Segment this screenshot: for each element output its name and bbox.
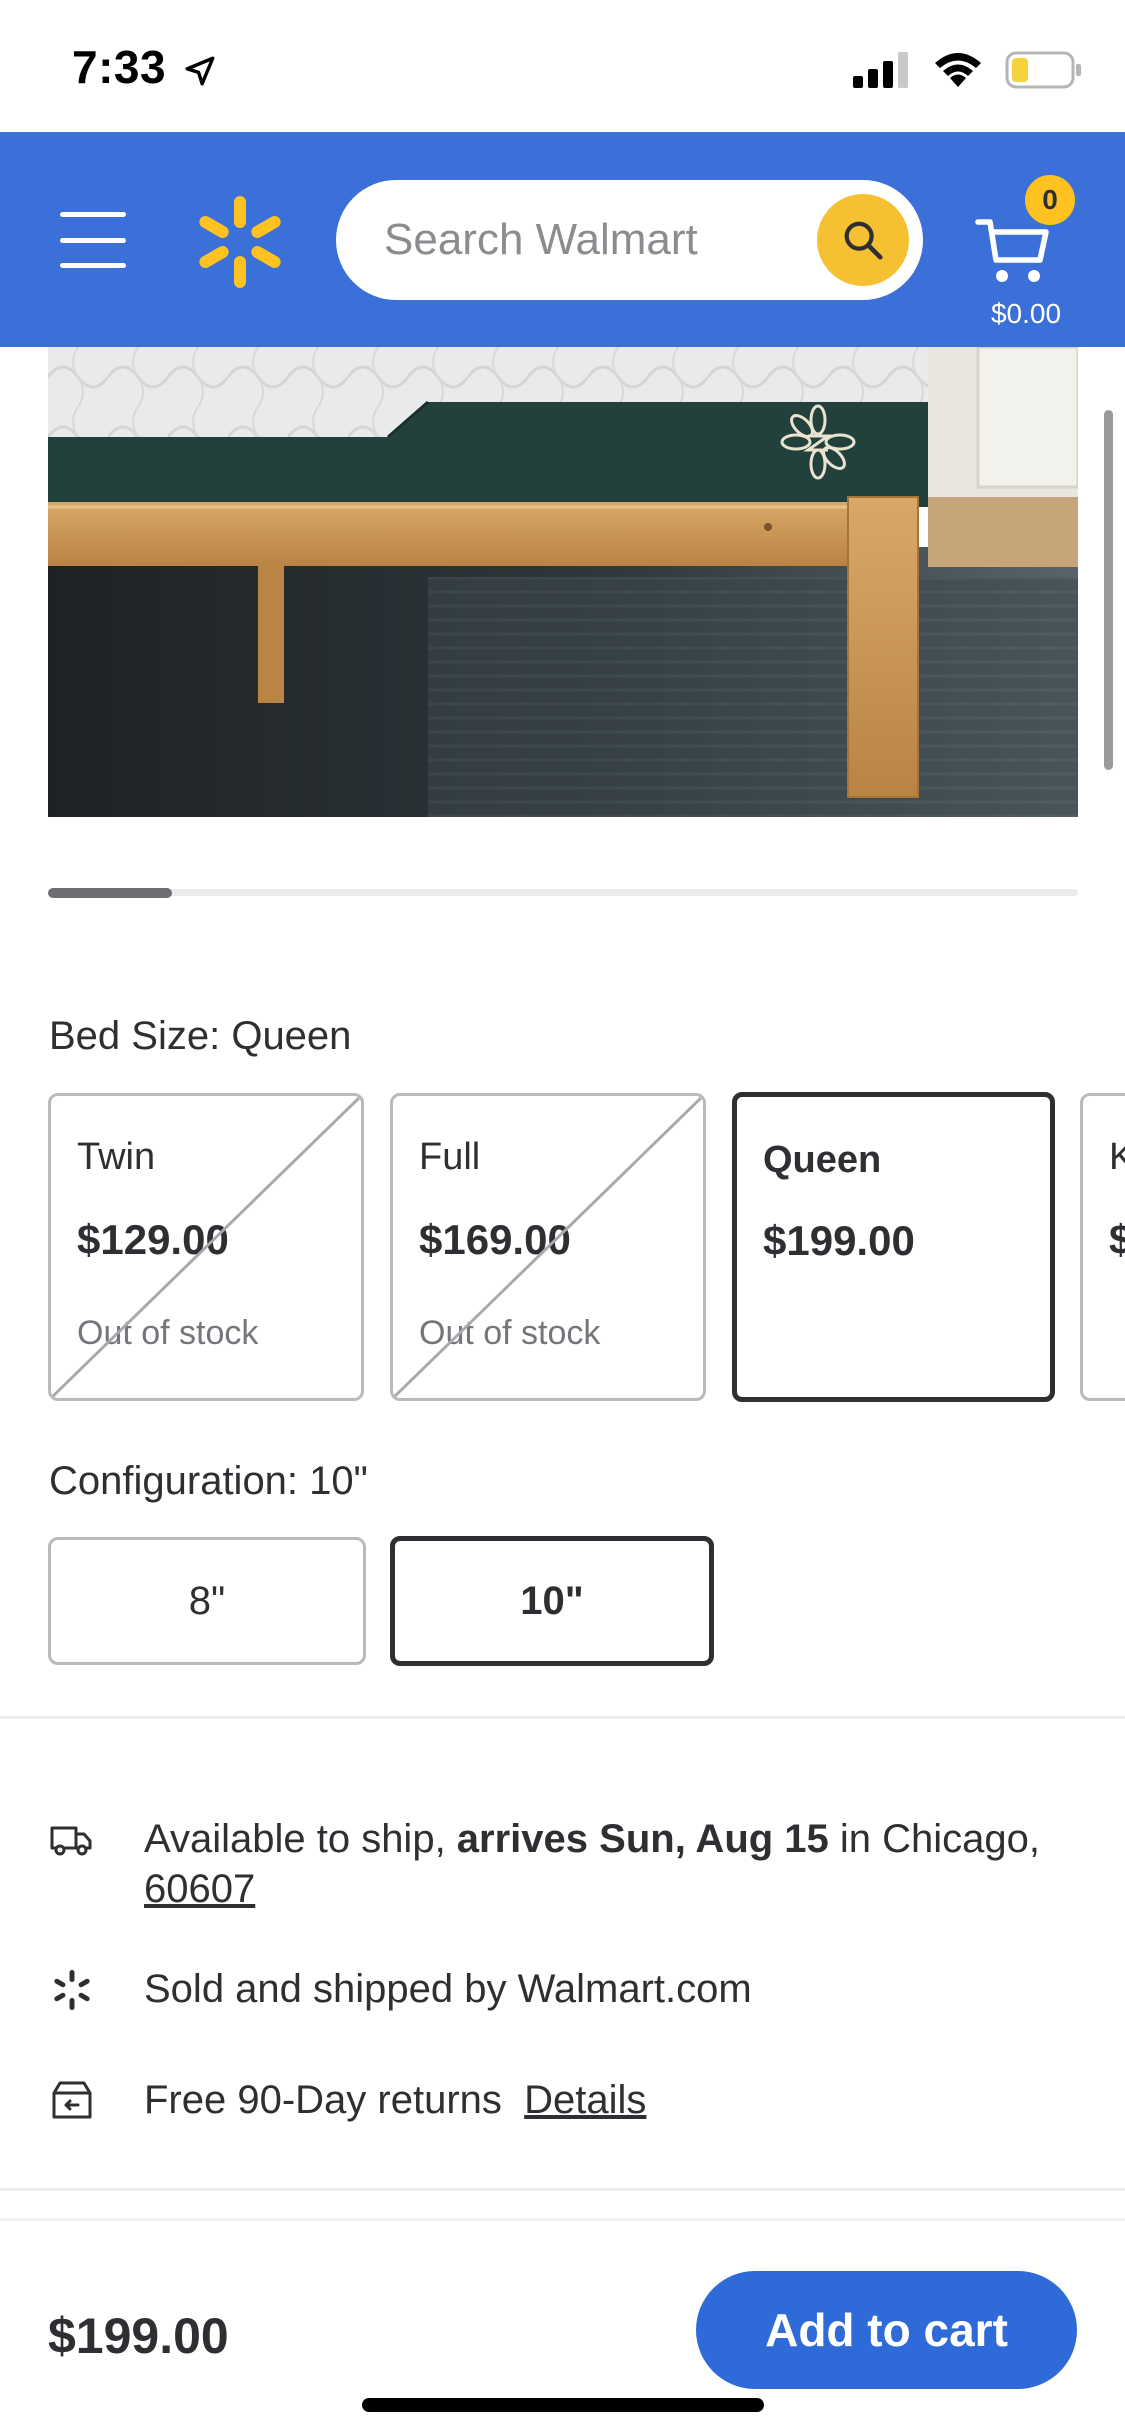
- header: 0 $0.00: [0, 132, 1125, 347]
- status-time-text: 7:33: [72, 41, 167, 93]
- carousel-progress-thumb: [48, 888, 172, 898]
- zip-code-link[interactable]: 60607: [144, 1867, 255, 1911]
- search-icon: [844, 221, 883, 260]
- menu-line: [60, 212, 126, 217]
- sold-by-text: Sold and shipped by Walmart.com: [144, 1967, 752, 2011]
- location-arrow-icon: [185, 56, 215, 86]
- search-bar[interactable]: [336, 180, 923, 300]
- walmart-spark-icon: [54, 1970, 90, 2010]
- status-icons: [853, 50, 1083, 90]
- home-indicator[interactable]: [362, 2398, 764, 2412]
- add-to-cart-button[interactable]: Add to cart: [696, 2271, 1077, 2389]
- menu-button[interactable]: [60, 212, 130, 268]
- seller-info: Sold and shipped by Walmart.com: [48, 1964, 1088, 2014]
- size-option-king[interactable]: K $: [1080, 1093, 1125, 1401]
- status-bar: 7:33: [0, 0, 1125, 132]
- section-divider: [0, 2188, 1125, 2191]
- section-divider: [0, 1716, 1125, 1719]
- size-option-twin[interactable]: Twin $129.00 Out of stock: [48, 1093, 364, 1401]
- unavailable-strike: [51, 1096, 361, 1398]
- configuration-option-10in[interactable]: 10": [390, 1536, 714, 1666]
- shipping-city: in Chicago,: [828, 1817, 1041, 1861]
- returns-policy: Free 90-Day returns: [144, 2078, 502, 2122]
- cellular-signal-icon: [853, 52, 908, 88]
- delivery-truck-icon: [50, 1826, 92, 1856]
- size-name: Queen: [763, 1139, 882, 1181]
- product-image[interactable]: [48, 347, 1078, 817]
- size-name: K: [1109, 1136, 1125, 1179]
- image-carousel-progress[interactable]: [48, 888, 1078, 898]
- returns-text: Free 90-Day returns Details: [144, 2075, 646, 2125]
- configuration-option-8in[interactable]: 8": [48, 1537, 366, 1665]
- unavailable-strike: [393, 1096, 703, 1398]
- wifi-icon: [935, 53, 981, 87]
- returns-box-icon: [52, 2081, 92, 2119]
- battery-icon: [1005, 51, 1081, 89]
- shipping-prefix: Available to ship,: [144, 1817, 457, 1861]
- cart-total: $0.00: [990, 298, 1062, 329]
- size-option-queen[interactable]: Queen $199.00: [732, 1092, 1055, 1402]
- bottom-price: $199.00: [48, 2308, 229, 2364]
- size-price: $199.00: [763, 1217, 915, 1264]
- size-option-full[interactable]: Full $169.00 Out of stock: [390, 1093, 706, 1401]
- returns-details-link[interactable]: Details: [524, 2078, 646, 2122]
- configuration-label: Configuration: 10": [49, 1459, 368, 1503]
- cart-button[interactable]: 0 $0.00: [966, 172, 1086, 329]
- cart-count-badge: 0: [1022, 172, 1078, 228]
- mattress-photo: [48, 347, 1078, 817]
- search-button[interactable]: [817, 194, 909, 286]
- shipping-text: Available to ship, arrives Sun, Aug 15 i…: [144, 1814, 1040, 1914]
- status-time: 7:33: [72, 40, 217, 94]
- bed-size-label: Bed Size: Queen: [49, 1014, 352, 1058]
- page-scrollbar[interactable]: [1104, 410, 1113, 770]
- size-price: $: [1109, 1216, 1125, 1264]
- shipping-info: Available to ship, arrives Sun, Aug 15 i…: [48, 1814, 1088, 1914]
- menu-line: [60, 237, 126, 243]
- walmart-spark-logo[interactable]: [198, 192, 282, 292]
- returns-info: Free 90-Day returns Details: [48, 2075, 1088, 2125]
- search-input[interactable]: [384, 180, 784, 300]
- product-page: 7:33 Search Walmart 0 $0.00 Bed Size: Qu…: [0, 0, 1125, 2436]
- arrival-date: arrives Sun, Aug 15: [456, 1817, 829, 1861]
- menu-line: [60, 263, 126, 268]
